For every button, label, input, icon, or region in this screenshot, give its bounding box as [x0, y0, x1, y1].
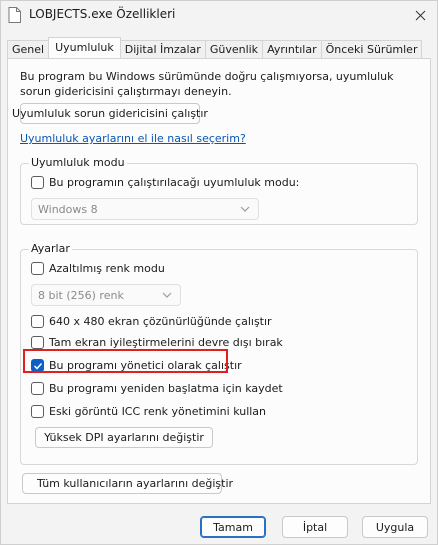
highlight-box	[23, 349, 228, 373]
compat-mode-title: Uyumluluk modu	[29, 156, 127, 169]
fullscreen-opt-row[interactable]: Tam ekran iyileştirmelerini devre dışı b…	[31, 336, 283, 349]
register-restart-label: Bu programı yeniden başlatma için kaydet	[49, 382, 283, 395]
file-icon	[8, 7, 21, 23]
compat-mode-select: Windows 8	[31, 198, 259, 220]
compat-description: Bu program bu Windows sürümünde doğru ça…	[20, 70, 394, 98]
register-restart-row[interactable]: Bu programı yeniden başlatma için kaydet	[31, 382, 283, 395]
fullscreen-opt-label: Tam ekran iyileştirmelerini devre dışı b…	[49, 336, 283, 349]
apply-button[interactable]: Uygula	[362, 516, 428, 538]
title-bar: LOBJECTS.exe Özellikleri	[1, 1, 437, 31]
res-640-label: 640 x 480 ekran çözünürlüğünde çalıştır	[49, 315, 272, 328]
tab-previous-versions[interactable]: Önceki Sürümler	[320, 40, 423, 58]
legacy-icc-row[interactable]: Eski görüntü ICC renk yönetimini kullan	[31, 405, 266, 418]
color-depth-select: 8 bit (256) renk	[31, 284, 181, 306]
close-button[interactable]	[403, 1, 437, 29]
high-dpi-button[interactable]: Yüksek DPI ayarlarını değiştir	[35, 427, 213, 448]
chevron-down-icon	[162, 292, 172, 298]
tab-details[interactable]: Ayrıntılar	[262, 40, 322, 58]
tab-strip: Genel Uyumluluk Dijital İmzalar Güvenlik…	[7, 37, 423, 58]
legacy-icc-checkbox[interactable]	[31, 405, 44, 418]
tab-digital-signatures[interactable]: Dijital İmzalar	[119, 40, 206, 58]
reduced-color-label: Azaltılmış renk modu	[49, 262, 165, 275]
compatibility-panel: Bu program bu Windows sürümünde doğru ça…	[7, 58, 431, 504]
troubleshooter-button[interactable]: Uyumluluk sorun gidericisini çalıştır	[12, 103, 208, 124]
tab-general[interactable]: Genel	[7, 40, 50, 58]
compat-mode-checkbox[interactable]	[31, 176, 44, 189]
ok-button[interactable]: Tamam	[200, 516, 266, 538]
compat-mode-group: Uyumluluk modu Bu programın çalıştırılac…	[20, 156, 418, 225]
tab-compatibility[interactable]: Uyumluluk	[48, 37, 121, 58]
settings-title: Ayarlar	[29, 242, 72, 255]
close-icon	[415, 10, 425, 20]
reduced-color-checkbox[interactable]	[31, 262, 44, 275]
compat-mode-label: Bu programın çalıştırılacağı uyumluluk m…	[49, 176, 300, 189]
tab-security[interactable]: Güvenlik	[204, 40, 264, 58]
res-640-row[interactable]: 640 x 480 ekran çözünürlüğünde çalıştır	[31, 315, 272, 328]
all-users-button[interactable]: Tüm kullanıcıların ayarlarını değiştir	[22, 473, 233, 494]
color-depth-value: 8 bit (256) renk	[38, 288, 124, 302]
chevron-down-icon	[240, 206, 250, 212]
manual-settings-link[interactable]: Uyumluluk ayarlarını el ile nasıl seçeri…	[20, 132, 246, 145]
window-title: LOBJECTS.exe Özellikleri	[29, 7, 176, 21]
fullscreen-opt-checkbox[interactable]	[31, 336, 44, 349]
legacy-icc-label: Eski görüntü ICC renk yönetimini kullan	[49, 405, 267, 418]
compat-mode-checkbox-row[interactable]: Bu programın çalıştırılacağı uyumluluk m…	[31, 176, 299, 189]
compat-mode-select-value: Windows 8	[38, 202, 98, 216]
cancel-button[interactable]: İptal	[282, 516, 348, 538]
res-640-checkbox[interactable]	[31, 315, 44, 328]
all-users-label: Tüm kullanıcıların ayarlarını değiştir	[37, 477, 234, 490]
register-restart-checkbox[interactable]	[31, 382, 44, 395]
properties-window: LOBJECTS.exe Özellikleri Genel Uyumluluk…	[0, 0, 438, 545]
reduced-color-row[interactable]: Azaltılmış renk modu	[31, 262, 165, 275]
